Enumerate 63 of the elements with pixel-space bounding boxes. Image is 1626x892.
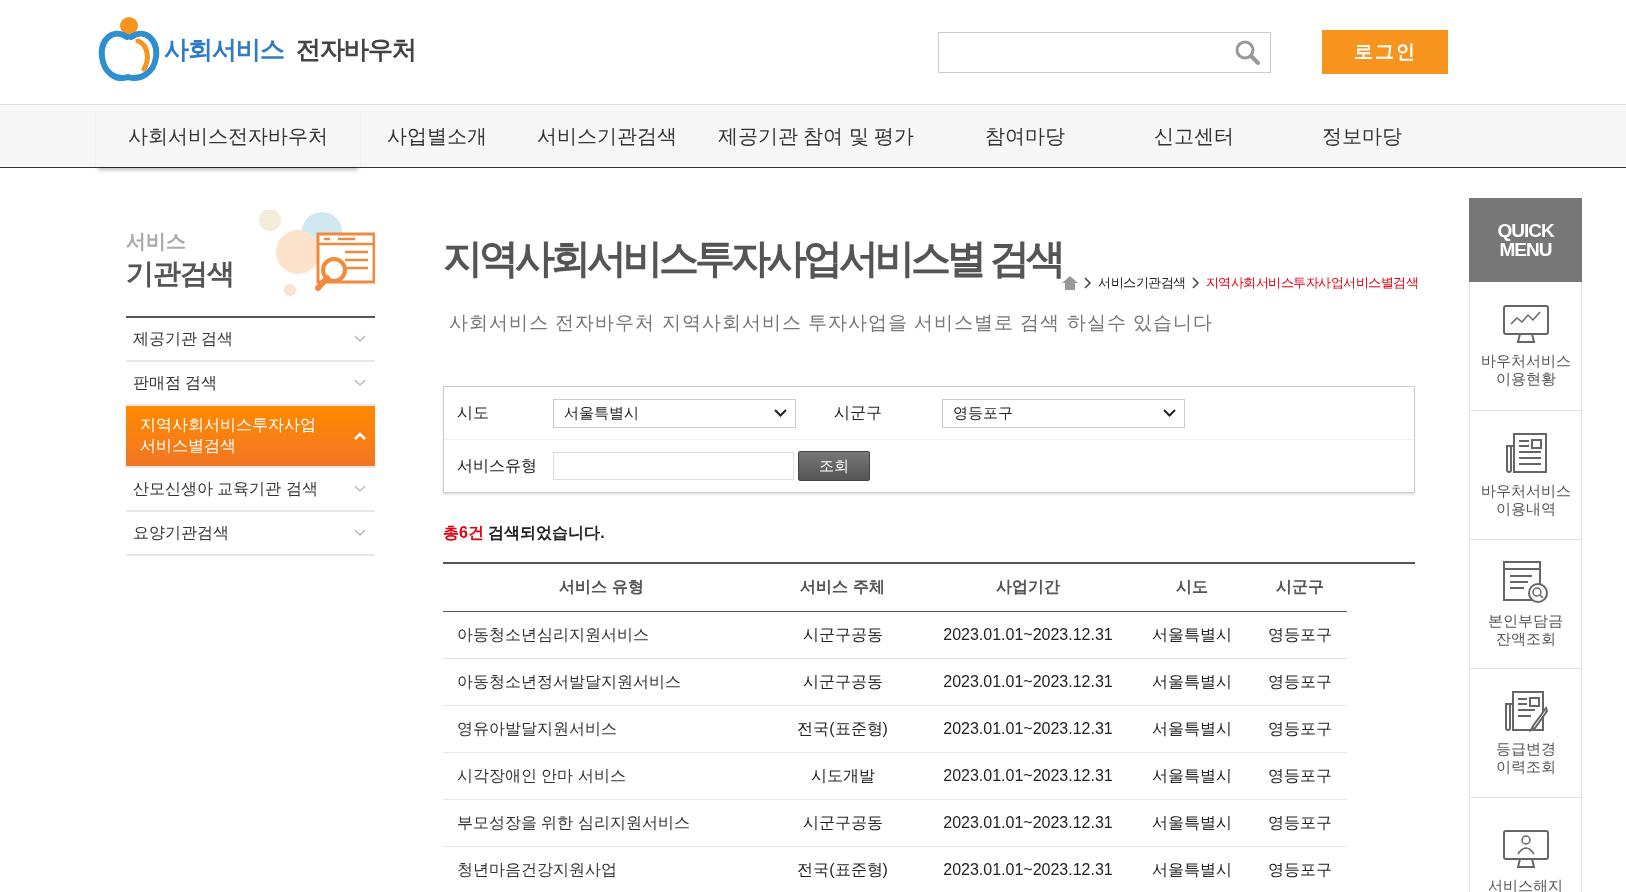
nav-item[interactable]: 정보마당 [1270,105,1454,167]
table-cell: 2023.01.01~2023.12.31 [925,752,1131,800]
page-description: 사회서비스 전자바우처 지역사회서비스 투자사업을 서비스별로 검색 하실수 있습니다 [449,311,1214,335]
quick-menu-link[interactable]: 본인부담금 잔액조회 [1488,612,1563,648]
table-cell: 서울특별시 [1131,611,1253,659]
column-header: 시도 [1131,564,1253,612]
logo-subtext[interactable]: 전자바우처 [296,32,416,66]
table-cell: 시군구공동 [760,799,925,847]
logo-text[interactable]: 사회서비스 [164,32,284,66]
table-cell: 2023.01.01~2023.12.31 [925,846,1131,892]
page-title: 지역사회서비스투자사업서비스별 검색 [443,235,1063,282]
table-cell: 서울특별시 [1131,846,1253,892]
nav-item[interactable]: 사회서비스전자바우처 [96,105,360,167]
table-cell: 영등포구 [1253,846,1347,892]
column-header: 서비스 유형 [443,564,760,612]
table-cell: 부모성장을 위한 심리지원서비스 [443,799,760,847]
table-cell: 시각장애인 안마 서비스 [443,752,760,800]
table-cell: 전국(표준형) [760,846,925,892]
table-cell: 영등포구 [1253,658,1347,706]
nav-item[interactable]: 신고센터 [1118,105,1270,167]
table-cell: 청년마음건강지원사업 [443,846,760,892]
nav-item[interactable]: 서비스기관검색 [514,105,700,167]
column-header: 사업기간 [925,564,1131,612]
sidebar-item[interactable]: 제공기관 검색 [126,318,375,362]
breadcrumb-link[interactable]: 서비스기관검색 [1098,274,1186,292]
table-cell: 영등포구 [1253,752,1347,800]
quick-menu-link[interactable]: 등급변경 이력조회 [1495,740,1556,776]
table-cell: 시군구공동 [760,658,925,706]
nav-item[interactable]: 사업별소개 [360,105,514,167]
table-cell: 아동청소년정서발달지원서비스 [443,658,760,706]
nav-item[interactable]: 제공기관 참여 및 평가 [700,105,932,167]
district-dropdown[interactable]: 영등포구 [942,398,1185,428]
table-cell: 서울특별시 [1131,752,1253,800]
table-cell: 영등포구 [1253,611,1347,659]
table-cell: 영등포구 [1253,705,1347,753]
sidebar-item[interactable]: 요양기관검색 [126,512,375,556]
sidebar-subheading: 서비스 [126,228,187,254]
result-count: 총6건 검색되었습니다. [443,523,606,543]
field-label: 시도 [457,402,490,423]
column-header: 시군구 [1253,564,1347,612]
sidebar-heading: 기관검색 [126,256,235,291]
table-cell: 2023.01.01~2023.12.31 [925,705,1131,753]
table-cell: 2023.01.01~2023.12.31 [925,658,1131,706]
column-header: 서비스 주체 [760,564,925,612]
breadcrumb-link[interactable]: 지역사회서비스투자사업서비스별검색 [1205,274,1419,292]
nav-item[interactable]: 참여마당 [932,105,1118,167]
table-cell: 전국(표준형) [760,705,925,753]
table-cell: 서울특별시 [1131,799,1253,847]
field-label: 서비스유형 [457,455,538,476]
table-cell: 아동청소년심리지원서비스 [443,611,760,659]
field-label: 시군구 [834,402,883,423]
table-cell: 시군구공동 [760,611,925,659]
table-cell: 서울특별시 [1131,658,1253,706]
table-cell: 시도개발 [760,752,925,800]
search-button[interactable]: 조회 [798,451,870,481]
table-cell: 영등포구 [1253,799,1347,847]
table-cell: 2023.01.01~2023.12.31 [925,799,1131,847]
region-dropdown[interactable]: 서울특별시 [553,398,796,428]
table-cell: 영유아발달지원서비스 [443,705,760,753]
quick-menu-header: QUICK MENU [1469,198,1582,282]
table-cell: 2023.01.01~2023.12.31 [925,611,1131,659]
sidebar-item[interactable]: 산모신생아 교육기관 검색 [126,468,375,512]
table-cell: 서울특별시 [1131,705,1253,753]
